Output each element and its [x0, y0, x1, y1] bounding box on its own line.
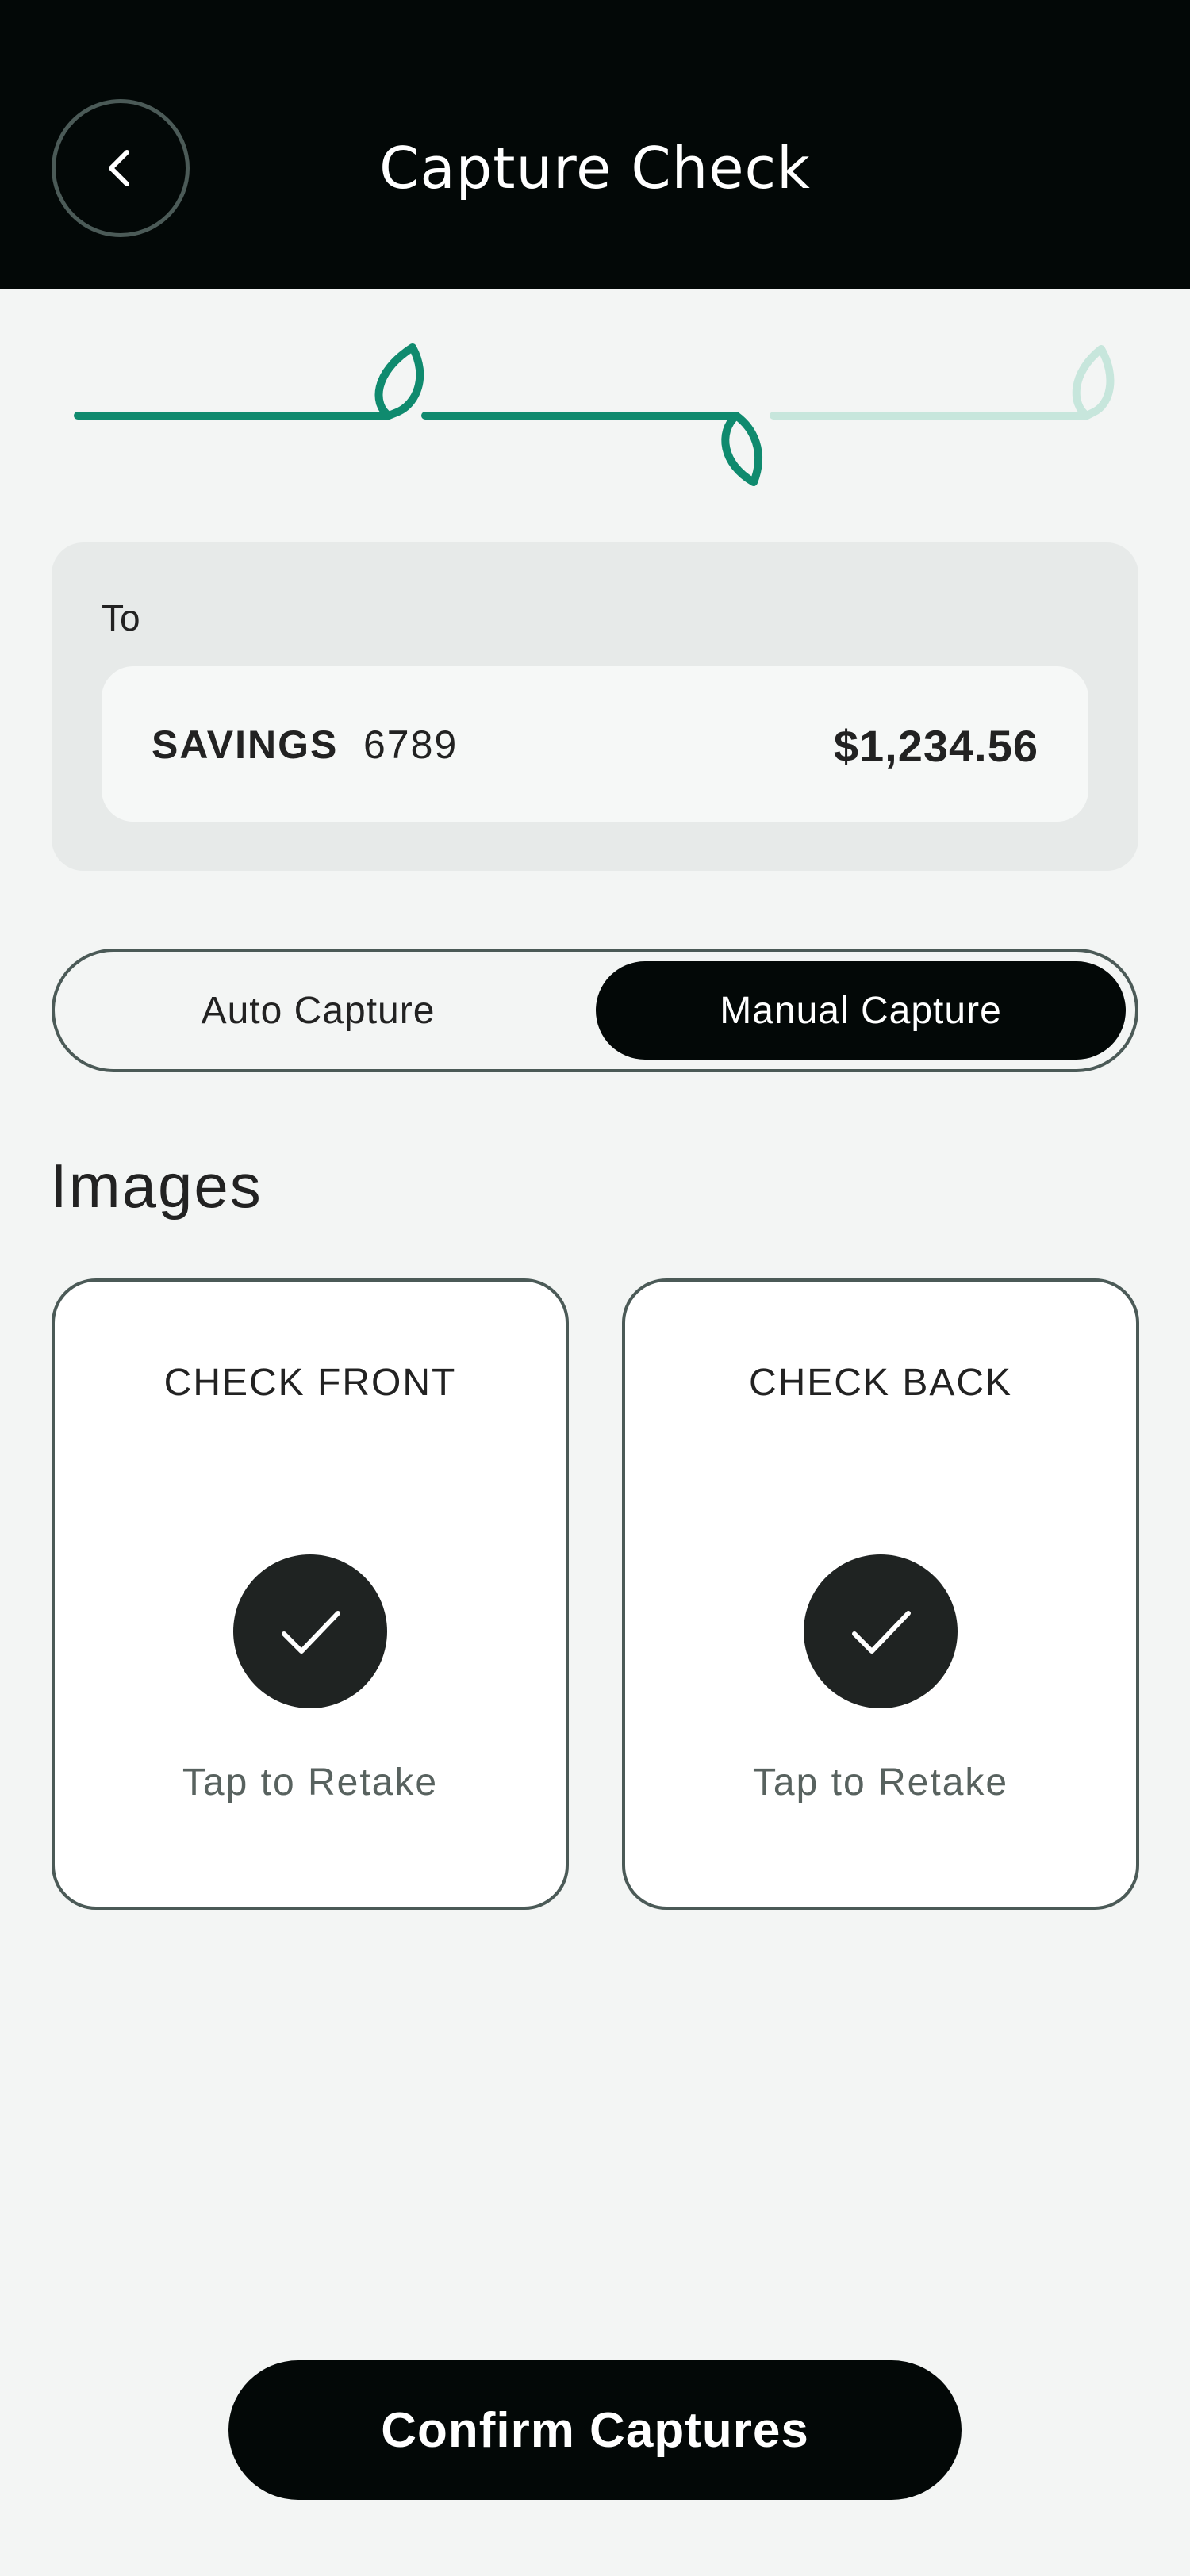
page-title: Capture Check [379, 135, 811, 201]
confirm-captures-button[interactable]: Confirm Captures [228, 2360, 962, 2500]
auto-capture-option[interactable]: Auto Capture [64, 961, 572, 1060]
account-balance: $1,234.56 [833, 721, 1038, 771]
images-heading: Images [50, 1151, 263, 1221]
to-account-section: To SAVINGS 6789 $1,234.56 [52, 542, 1138, 871]
capture-complete-badge [804, 1554, 958, 1708]
check-front-card[interactable]: CHECK FRONT Tap to Retake [52, 1278, 569, 1910]
step-2-current [421, 412, 763, 486]
step-1-complete [74, 343, 424, 420]
retake-label: Tap to Retake [752, 1761, 1009, 1804]
checkmark-icon [282, 1611, 340, 1654]
checkmark-icon [852, 1611, 911, 1654]
retake-label: Tap to Retake [182, 1761, 439, 1804]
check-back-card[interactable]: CHECK BACK Tap to Retake [622, 1278, 1139, 1910]
app-header: Capture Check [0, 0, 1190, 289]
account-name: SAVINGS [152, 723, 339, 767]
account-selector[interactable]: SAVINGS 6789 $1,234.56 [102, 666, 1088, 822]
manual-capture-option[interactable]: Manual Capture [596, 961, 1126, 1060]
capture-complete-badge [233, 1554, 387, 1708]
to-label: To [102, 597, 140, 638]
progress-stepper [74, 343, 1115, 486]
card-title: CHECK FRONT [163, 1362, 457, 1404]
step-3-upcoming [770, 345, 1115, 420]
account-number: 6789 [363, 723, 459, 767]
capture-mode-toggle: Auto Capture Manual Capture [52, 949, 1138, 1072]
card-title: CHECK BACK [748, 1362, 1013, 1404]
